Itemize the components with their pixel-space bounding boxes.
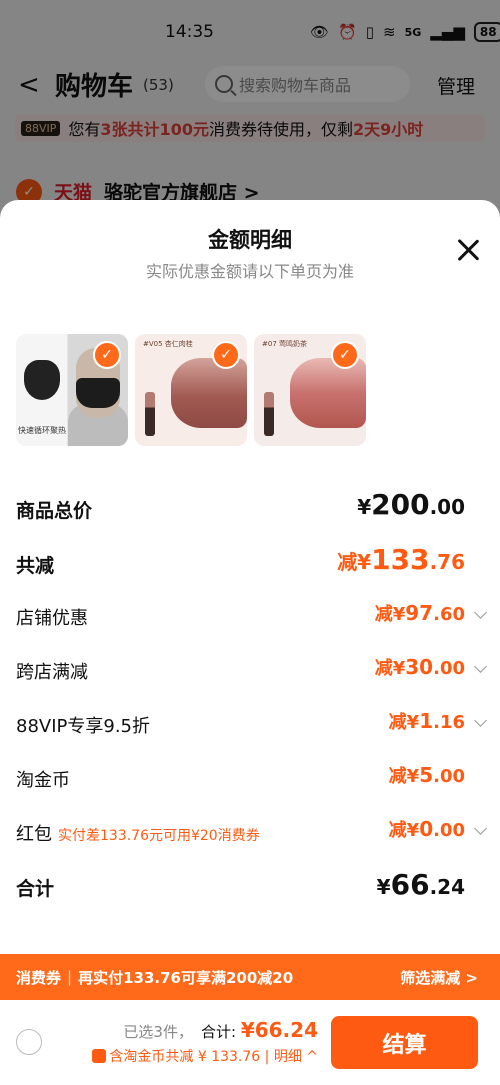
red-packet-note: 实付差133.76元可用¥20消费券 [58, 828, 260, 844]
discount-text: 含淘金币共减 ¥ 133.76 | 明细 ^ [109, 1049, 318, 1065]
lip-tube-image [264, 392, 274, 436]
checkout-bar: 已选3件， 合计: ¥66.24 含淘金币共减 ¥ 133.76 | 明细 ^ 结… [0, 1000, 500, 1085]
promo-tag: 消费券 [16, 968, 62, 987]
check-icon: ✓ [93, 341, 121, 369]
discount-detail-toggle[interactable]: 含淘金币共减 ¥ 133.76 | 明细 ^ [92, 1046, 318, 1066]
total-label: 合计: [200, 1023, 237, 1041]
sheet-title: 金额明细 [208, 228, 292, 252]
row-value: 减¥30.00 [374, 655, 465, 679]
close-icon[interactable] [456, 238, 480, 262]
row-value: 减¥5.00 [388, 763, 465, 787]
select-all-checkbox[interactable] [16, 1029, 42, 1055]
check-icon: ✓ [212, 341, 240, 369]
chevron-down-icon[interactable] [474, 822, 487, 835]
amount-detail-sheet: 金额明细 实际优惠金额请以下单页为准 快速循环聚热 ✓ #V05 杏仁肉桂 ✓ … [0, 200, 500, 1085]
thumbnail-caption: 快速循环聚热 [18, 426, 66, 435]
vip-discount-row[interactable]: 88VIP专享9.5折 减¥1.16 [0, 709, 500, 750]
total-value: ¥66.24 [240, 1018, 318, 1042]
checkout-button[interactable]: 结算 [331, 1016, 478, 1069]
promo-separator: | [67, 968, 73, 986]
total-reduce-row: 共减 减¥133.76 [0, 543, 500, 587]
red-packet-row[interactable]: 红包 实付差133.76元可用¥20消费券 减¥0.00 [0, 817, 500, 858]
lip-tube-image [145, 392, 155, 436]
row-value: 减¥97.60 [374, 601, 465, 625]
row-value: 减¥0.00 [388, 817, 465, 841]
mask-image [24, 360, 60, 400]
cross-shop-row[interactable]: 跨店满减 减¥30.00 [0, 655, 500, 696]
row-label: 红包 实付差133.76元可用¥20消费券 [16, 824, 260, 845]
product-thumbnail: #V05 杏仁肉桂 ✓ [135, 334, 247, 446]
thumbnail-caption: #07 莺鸣奶茶 [262, 340, 307, 348]
chevron-down-icon[interactable] [474, 606, 487, 619]
row-label: 店铺优惠 [16, 608, 88, 629]
chevron-down-icon[interactable] [474, 660, 487, 673]
selected-count: 已选3件， [123, 1023, 193, 1041]
product-thumbnail: 快速循环聚热 ✓ [16, 334, 128, 446]
sheet-subtitle: 实际优惠金额请以下单页为准 [145, 262, 354, 281]
row-value: 减¥1.16 [388, 709, 465, 733]
chevron-down-icon[interactable] [474, 714, 487, 727]
promo-text: 再实付133.76可享满200减20 [78, 968, 294, 987]
row-label: 跨店满减 [16, 662, 88, 683]
model-mask-image [76, 378, 120, 408]
row-value: 减¥133.76 [337, 543, 465, 576]
product-thumbnails: 快速循环聚热 ✓ #V05 杏仁肉桂 ✓ #07 莺鸣奶茶 ✓ [16, 334, 366, 446]
coin-icon [92, 1049, 107, 1063]
filter-discount-link[interactable]: 筛选满减 > [400, 967, 478, 988]
row-value: ¥66.24 [376, 868, 465, 901]
shop-discount-row[interactable]: 店铺优惠 减¥97.60 [0, 601, 500, 642]
lips-image [171, 358, 247, 428]
total-price-row: 商品总价 ¥200.00 [0, 488, 500, 532]
selection-summary: 已选3件， 合计: ¥66.24 [123, 1018, 318, 1042]
thumbnail-caption: #V05 杏仁肉桂 [143, 340, 193, 348]
row-label: 商品总价 [16, 500, 93, 522]
coupon-promo-bar[interactable]: 消费券 | 再实付133.76可享满200减20 筛选满减 > [0, 954, 500, 1000]
product-thumbnail: #07 莺鸣奶茶 ✓ [254, 334, 366, 446]
row-value: ¥200.00 [357, 488, 465, 521]
coins-row: 淘金币 减¥5.00 [0, 763, 500, 804]
lips-image [290, 358, 366, 428]
row-label: 淘金币 [16, 770, 70, 791]
sum-row: 合计 ¥66.24 [0, 868, 500, 912]
row-label: 88VIP专享9.5折 [16, 716, 151, 737]
row-label: 共减 [16, 555, 55, 577]
row-label: 合计 [16, 878, 55, 900]
check-icon: ✓ [331, 341, 359, 369]
